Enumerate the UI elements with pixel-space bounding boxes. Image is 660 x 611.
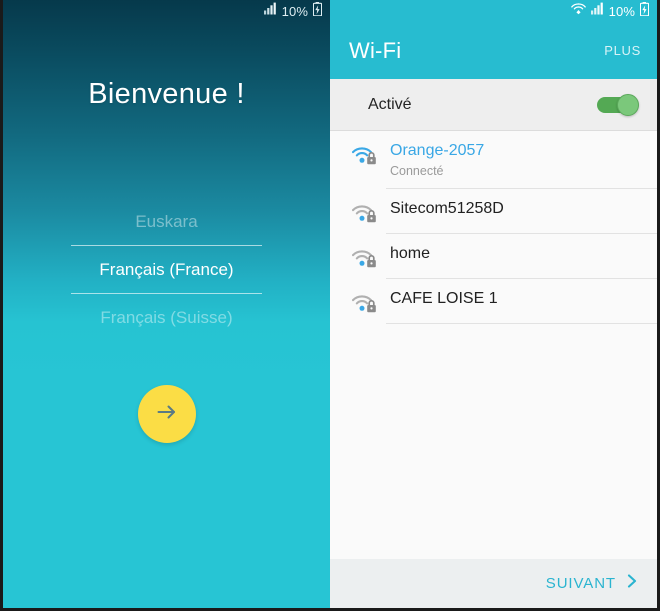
wifi-network-list: Orange-2057 Connecté Sitecom51258D home … [330, 131, 657, 324]
wifi-secured-icon [344, 189, 386, 226]
toggle-thumb [617, 93, 639, 116]
wifi-network-info: Sitecom51258D [386, 189, 657, 234]
wifi-icon [570, 2, 586, 20]
wifi-settings-screen: 10% Wi-Fi PLUS Activé Orange-2057 Connec… [330, 0, 660, 608]
wifi-secured-icon [344, 279, 386, 316]
wifi-secured-icon [344, 234, 386, 271]
wifi-toggle-switch[interactable] [597, 93, 639, 116]
status-bar-right: 10% [330, 0, 657, 22]
battery-charging-icon [312, 1, 323, 21]
bottom-action-bar: SUIVANT [330, 559, 657, 608]
battery-percent-label: 10% [281, 3, 308, 19]
language-option-next[interactable]: Français (Suisse) [3, 294, 330, 341]
arrow-right-icon [154, 399, 180, 430]
welcome-title: Bienvenue ! [88, 78, 245, 110]
battery-percent-label: 10% [608, 3, 635, 19]
wifi-network-row[interactable]: home [330, 234, 657, 279]
more-options-button[interactable]: PLUS [604, 43, 641, 58]
wifi-app-bar: Wi-Fi PLUS [330, 22, 657, 79]
wifi-secured-connected-icon [344, 131, 386, 168]
welcome-screen: 10% Bienvenue ! Euskara Français (France… [0, 0, 330, 608]
wifi-enable-label: Activé [368, 95, 412, 113]
wifi-network-name: Sitecom51258D [390, 200, 504, 217]
wifi-network-info: CAFE LOISE 1 [386, 279, 657, 324]
battery-charging-icon [639, 1, 650, 21]
wifi-network-name: home [390, 245, 431, 262]
dual-screenshot-container: 10% Bienvenue ! Euskara Français (France… [0, 0, 660, 611]
wifi-network-row[interactable]: Sitecom51258D [330, 189, 657, 234]
next-button[interactable]: SUIVANT [546, 575, 616, 592]
signal-icon [590, 2, 604, 20]
wifi-network-info: home [386, 234, 657, 279]
wifi-network-info: Orange-2057 Connecté [386, 131, 657, 189]
wifi-network-status: Connecté [390, 164, 444, 178]
chevron-right-icon[interactable] [625, 572, 639, 595]
wifi-network-row[interactable]: CAFE LOISE 1 [330, 279, 657, 324]
language-option-previous[interactable]: Euskara [3, 198, 330, 245]
status-bar-left: 10% [3, 0, 330, 22]
wifi-network-name: CAFE LOISE 1 [390, 290, 498, 307]
language-picker[interactable]: Euskara Français (France) Français (Suis… [3, 198, 330, 341]
wifi-network-row[interactable]: Orange-2057 Connecté [330, 131, 657, 189]
next-fab-button[interactable] [137, 385, 196, 443]
wifi-enable-row[interactable]: Activé [330, 79, 657, 131]
signal-icon [263, 2, 277, 20]
page-title: Wi-Fi [349, 37, 402, 63]
language-option-selected[interactable]: Français (France) [71, 245, 262, 294]
wifi-network-name: Orange-2057 [390, 142, 485, 159]
